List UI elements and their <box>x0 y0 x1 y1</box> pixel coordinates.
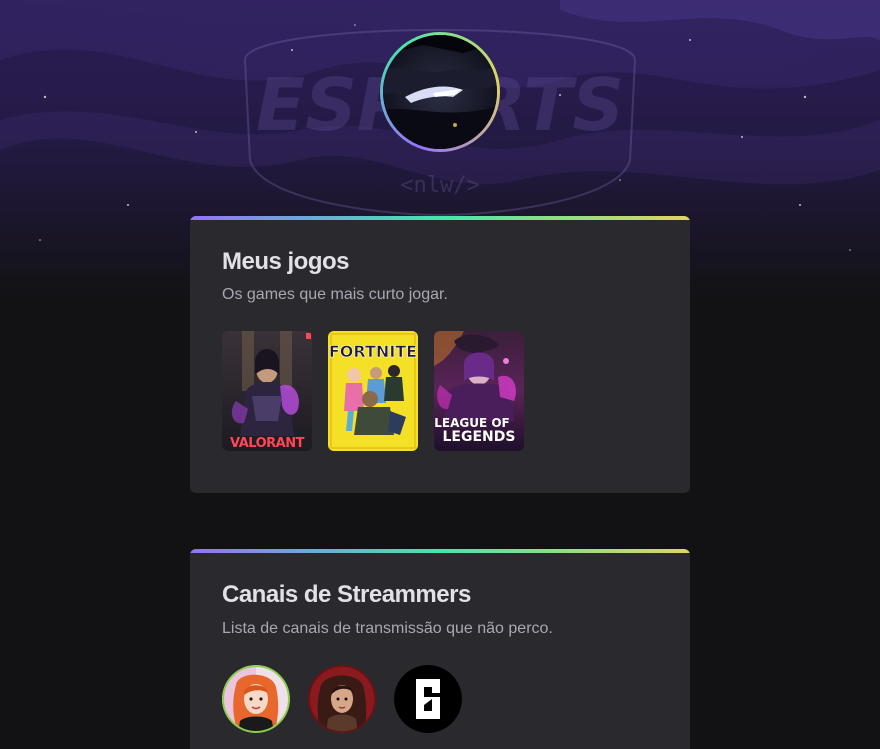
games-list: VALORANT FORTNITE LEAGUE OF LEGENDS <box>222 331 524 451</box>
svg-text:LEAGUE OF: LEAGUE OF <box>434 416 510 430</box>
avatar-image <box>383 35 497 149</box>
games-card: Meus jogos Os games que mais curto jogar… <box>190 216 690 493</box>
streamer-avatar-3[interactable] <box>394 665 462 733</box>
svg-text:LEGENDS: LEGENDS <box>443 429 516 445</box>
league-of-legends-cover[interactable]: LEAGUE OF LEGENDS <box>434 331 524 451</box>
streamers-title: Canais de Streammers <box>222 581 471 608</box>
svg-text:<nlw/>: <nlw/> <box>400 173 479 198</box>
streamers-card: Canais de Streammers Lista de canais de … <box>190 549 690 749</box>
streamer-avatar-2[interactable] <box>308 665 376 733</box>
svg-text:VALORANT: VALORANT <box>230 436 305 451</box>
games-title: Meus jogos <box>222 248 350 275</box>
games-subtitle: Os games que mais curto jogar. <box>222 286 448 303</box>
svg-text:FORTNITE: FORTNITE <box>329 342 417 361</box>
profile-avatar <box>380 32 500 152</box>
streamers-list <box>222 665 462 733</box>
streamer-avatar-1[interactable] <box>222 665 290 733</box>
streamers-subtitle: Lista de canais de transmissão que não p… <box>222 620 553 637</box>
valorant-cover[interactable]: VALORANT <box>222 331 312 451</box>
fortnite-cover[interactable]: FORTNITE <box>328 331 418 451</box>
profile-page: ESPORTS <nlw/> <box>0 0 880 749</box>
